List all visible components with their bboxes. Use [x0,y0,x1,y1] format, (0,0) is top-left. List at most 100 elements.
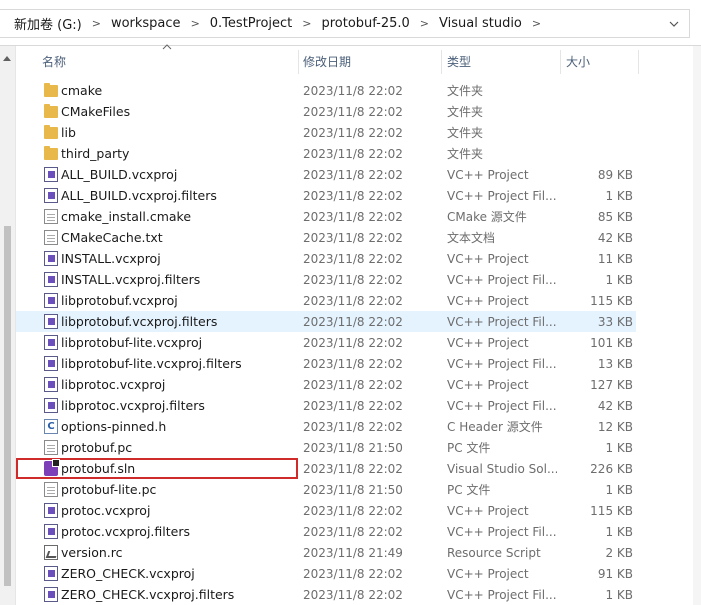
scroll-up-arrow-icon[interactable] [3,54,11,64]
file-name[interactable]: CMakeCache.txt [42,227,292,248]
file-row[interactable]: ZERO_CHECK.vcxproj.filters 2023/11/8 22:0… [16,584,701,605]
file-row[interactable]: ALL_BUILD.vcxproj.filters 2023/11/8 22:02… [16,185,701,206]
file-row[interactable]: protobuf-lite.pc 2023/11/8 21:50 PC 文件 1 KB [16,479,701,500]
file-name[interactable]: protobuf-lite.pc [42,479,292,500]
file-row[interactable]: protobuf.pc 2023/11/8 21:50 PC 文件 1 KB [16,437,701,458]
file-modified-date: 2023/11/8 22:02 [303,167,403,182]
file-row[interactable]: libprotobuf-lite.vcxproj.filters 2023/11/… [16,353,701,374]
file-name[interactable]: ZERO_CHECK.vcxproj [42,563,292,584]
file-name[interactable]: third_party [42,143,292,164]
file-name-label: protoc.vcxproj.filters [61,524,190,539]
file-name[interactable]: protobuf.pc [42,437,292,458]
file-name[interactable]: cmake [42,80,292,101]
file-row[interactable]: Coptions-pinned.h 2023/11/8 22:02 C Header… [16,416,701,437]
column-header-date[interactable]: 修改日期 [303,46,438,76]
file-row[interactable]: ZERO_CHECK.vcxproj 2023/11/8 22:02 VC++ Pr… [16,563,701,584]
file-name-label: ALL_BUILD.vcxproj [61,167,178,182]
file-row[interactable]: libprotobuf-lite.vcxproj 2023/11/8 22:02 V… [16,332,701,353]
file-size: 33 KB [597,314,633,329]
folder-row[interactable]: cmake 2023/11/8 22:02 文件夹 [16,80,701,101]
folder-row[interactable]: third_party 2023/11/8 22:02 文件夹 [16,143,701,164]
file-row[interactable]: libprotobuf.vcxproj.filters 2023/11/8 22:… [16,311,636,332]
folder-row[interactable]: CMakeFiles 2023/11/8 22:02 文件夹 [16,101,701,122]
column-divider[interactable] [298,50,299,74]
column-divider[interactable] [638,50,639,74]
column-divider[interactable] [441,50,442,74]
file-name[interactable]: INSTALL.vcxproj.filters [42,269,292,290]
file-type: CMake 源文件 [447,210,527,224]
file-modified-date: 2023/11/8 21:50 [303,440,403,455]
file-size [561,143,633,164]
file-name-label: libprotobuf-lite.vcxproj [61,335,203,350]
file-name[interactable]: libprotobuf-lite.vcxproj.filters [42,353,292,374]
breadcrumb[interactable]: 新加卷 (G:) > workspace > 0.TestProject > p… [0,9,690,38]
navigation-pane-scrollbar[interactable] [0,46,16,605]
file-modified-date: 2023/11/8 22:02 [303,293,403,308]
file-size [561,122,633,143]
file-list-scrollbar[interactable] [693,46,701,605]
breadcrumb-item-testproject[interactable]: 0.TestProject [206,10,296,37]
file-name-label: protobuf.pc [61,440,133,455]
file-row[interactable]: INSTALL.vcxproj 2023/11/8 22:02 VC++ Proje… [16,248,701,269]
file-name[interactable]: options-pinned.h [42,416,292,437]
file-name[interactable]: libprotobuf.vcxproj.filters [42,311,292,332]
file-name-label: cmake_install.cmake [61,209,192,224]
file-name[interactable]: libprotobuf-lite.vcxproj [42,332,292,353]
breadcrumb-separator-icon[interactable]: > [185,17,206,30]
breadcrumb-item-visual-studio[interactable]: Visual studio [435,10,526,37]
address-bar: 新加卷 (G:) > workspace > 0.TestProject > p… [0,0,701,46]
file-row[interactable]: protobuf.sln 2023/11/8 22:02 Visual Studio… [16,458,633,479]
file-row[interactable]: version.rc 2023/11/8 21:49 Resource Script… [16,542,701,563]
breadcrumb-separator-icon[interactable]: > [526,17,547,30]
file-name[interactable]: version.rc [42,542,292,563]
scrollbar-thumb[interactable] [4,226,11,586]
file-name[interactable]: libprotobuf.vcxproj [42,290,292,311]
file-row[interactable]: libprotobuf.vcxproj 2023/11/8 22:02 VC++ P… [16,290,701,311]
file-modified-date: 2023/11/8 22:02 [303,377,403,392]
file-name[interactable]: ALL_BUILD.vcxproj.filters [42,185,292,206]
file-type: VC++ Project [447,503,529,518]
chevron-down-icon[interactable] [659,10,689,37]
file-name[interactable]: libprotoc.vcxproj [42,374,292,395]
file-row[interactable]: CMakeCache.txt 2023/11/8 22:02 文本文档 42 KB [16,227,701,248]
file-row[interactable]: cmake_install.cmake 2023/11/8 22:02 CMake … [16,206,701,227]
breadcrumb-item-drive[interactable]: 新加卷 (G:) [0,10,86,37]
file-name[interactable]: CMakeFiles [42,101,292,122]
breadcrumb-separator-icon[interactable]: > [296,17,317,30]
folder-row[interactable]: lib 2023/11/8 22:02 文件夹 [16,122,701,143]
breadcrumb-separator-icon[interactable]: > [86,17,107,30]
column-divider[interactable] [560,50,561,74]
file-type: VC++ Project [447,335,529,350]
breadcrumb-item-protobuf[interactable]: protobuf-25.0 [317,10,413,37]
file-name[interactable]: libprotoc.vcxproj.filters [42,395,292,416]
file-row[interactable]: libprotoc.vcxproj 2023/11/8 22:02 VC++ Pro… [16,374,701,395]
file-name[interactable]: ALL_BUILD.vcxproj [42,164,292,185]
column-header-row: 名称 修改日期 类型 大小 [16,44,701,76]
file-modified-date: 2023/11/8 22:02 [303,419,403,434]
file-name[interactable]: INSTALL.vcxproj [42,248,292,269]
column-header-label: 名称 [42,54,67,69]
file-size: 85 KB [597,209,633,224]
file-size: 127 KB [590,377,633,392]
file-modified-date: 2023/11/8 22:02 [303,314,403,329]
file-row[interactable]: libprotoc.vcxproj.filters 2023/11/8 22:02… [16,395,701,416]
file-size: 11 KB [597,251,633,266]
file-name[interactable]: cmake_install.cmake [42,206,292,227]
file-row[interactable]: ALL_BUILD.vcxproj 2023/11/8 22:02 VC++ Pro… [16,164,701,185]
file-row[interactable]: INSTALL.vcxproj.filters 2023/11/8 22:02 VC… [16,269,701,290]
file-name[interactable]: protoc.vcxproj.filters [42,521,292,542]
breadcrumb-separator-icon[interactable]: > [414,17,435,30]
file-name[interactable]: lib [42,122,292,143]
file-name[interactable]: protoc.vcxproj [42,500,292,521]
file-size: 42 KB [597,230,633,245]
column-header-size[interactable]: 大小 [566,46,636,76]
file-row[interactable]: protoc.vcxproj.filters 2023/11/8 22:02 VC+… [16,521,701,542]
column-header-name[interactable]: 名称 [42,46,292,76]
file-size: 42 KB [597,398,633,413]
file-row[interactable]: protoc.vcxproj 2023/11/8 22:02 VC++ Projec… [16,500,701,521]
file-modified-date: 2023/11/8 22:02 [303,104,403,119]
column-header-type[interactable]: 类型 [447,46,557,76]
file-name[interactable]: ZERO_CHECK.vcxproj.filters [42,584,292,605]
file-name[interactable]: protobuf.sln [42,458,292,479]
breadcrumb-item-workspace[interactable]: workspace [107,10,185,37]
